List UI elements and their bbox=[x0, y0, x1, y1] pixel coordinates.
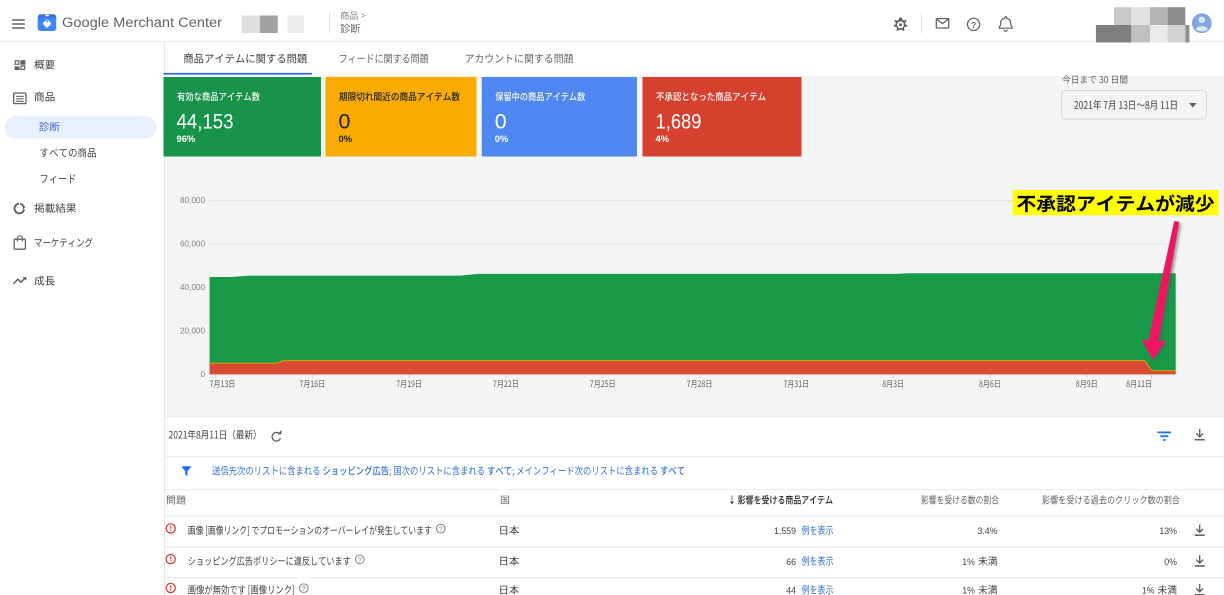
svg-text:44,153: 44,153 bbox=[177, 110, 234, 134]
svg-text:80,000: 80,000 bbox=[180, 196, 205, 205]
svg-text:60,000: 60,000 bbox=[180, 239, 205, 248]
svg-text:0%: 0% bbox=[339, 133, 353, 144]
svg-text:13%: 13% bbox=[1159, 526, 1177, 536]
svg-text:44: 44 bbox=[786, 586, 796, 595]
svg-text:?: ? bbox=[302, 584, 306, 593]
svg-text:4%: 4% bbox=[656, 133, 670, 144]
svg-text:66: 66 bbox=[786, 557, 796, 567]
svg-text:3.4%: 3.4% bbox=[977, 526, 997, 536]
svg-text:1%: 1% bbox=[962, 557, 975, 567]
svg-text:0%: 0% bbox=[1164, 557, 1177, 567]
svg-text:0: 0 bbox=[200, 370, 205, 379]
svg-text:40,000: 40,000 bbox=[180, 283, 205, 292]
svg-text:0%: 0% bbox=[495, 133, 509, 144]
svg-text:1,689: 1,689 bbox=[656, 110, 702, 134]
svg-text:1%: 1% bbox=[962, 586, 975, 595]
svg-text:0: 0 bbox=[339, 110, 351, 134]
svg-text:1%: 1% bbox=[1142, 586, 1155, 595]
svg-text:96%: 96% bbox=[177, 133, 196, 144]
svg-text:0: 0 bbox=[495, 110, 507, 134]
svg-text:Google Merchant Center: Google Merchant Center bbox=[62, 15, 222, 31]
svg-text:?: ? bbox=[439, 525, 443, 534]
svg-text:?: ? bbox=[358, 555, 362, 564]
svg-text:?: ? bbox=[971, 20, 976, 30]
svg-text:1,559: 1,559 bbox=[774, 526, 796, 536]
svg-text:20,000: 20,000 bbox=[180, 327, 205, 336]
